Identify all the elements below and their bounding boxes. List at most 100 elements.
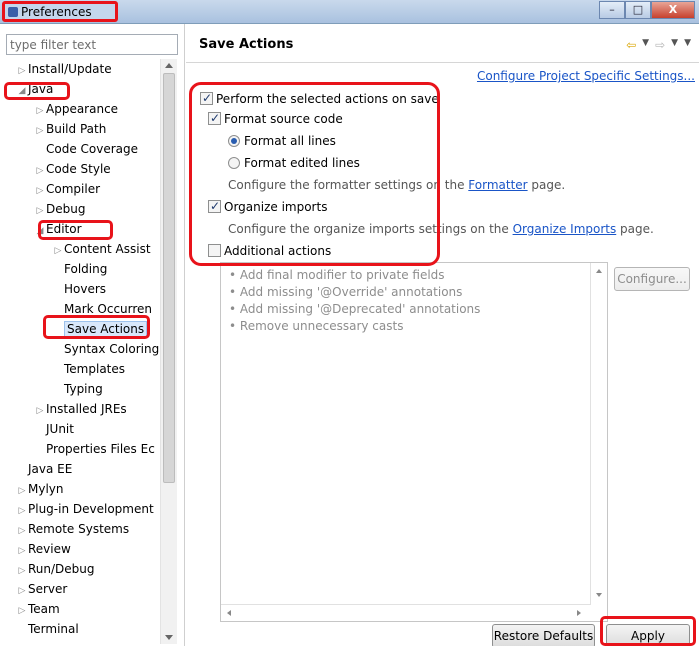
tree-item-label: Folding bbox=[64, 262, 108, 276]
perform-on-save-checkbox[interactable]: Perform the selected actions on save bbox=[200, 89, 439, 108]
page-navigation: ⇦ ▼ ⇨ ▼ ▼ bbox=[626, 38, 691, 52]
close-button[interactable]: X bbox=[651, 1, 695, 19]
view-menu-icon[interactable]: ▼ bbox=[684, 38, 691, 52]
radio-unselected-icon[interactable] bbox=[228, 157, 240, 169]
scroll-left-arrow-icon[interactable] bbox=[227, 610, 231, 616]
expand-arrow-icon[interactable]: ▷ bbox=[16, 601, 28, 621]
forward-arrow-icon[interactable]: ⇨ bbox=[655, 38, 665, 52]
action-item[interactable]: • Remove unnecessary casts bbox=[229, 318, 480, 335]
tree-item-content-assist[interactable]: ▷ Content Assist bbox=[52, 239, 151, 259]
expand-arrow-icon[interactable]: ▷ bbox=[34, 101, 46, 121]
forward-dropdown-icon[interactable]: ▼ bbox=[671, 38, 678, 52]
maximize-button[interactable]: □ bbox=[625, 1, 651, 19]
tree-item-plug-in-development[interactable]: ▷ Plug-in Development bbox=[16, 499, 154, 519]
tree-item-junit[interactable]: JUnit bbox=[34, 419, 74, 439]
tree-item-save-actions[interactable]: Save Actions bbox=[52, 319, 148, 339]
organize-imports-checkbox[interactable]: Organize imports bbox=[208, 197, 328, 216]
expand-arrow-icon[interactable]: ▷ bbox=[16, 481, 28, 501]
scroll-up-arrow-icon[interactable] bbox=[165, 63, 173, 68]
scroll-up-arrow-icon[interactable] bbox=[596, 269, 602, 273]
tree-item-label: Install/Update bbox=[28, 62, 112, 76]
tree-item-templates[interactable]: Templates bbox=[52, 359, 125, 379]
tree-item-typing[interactable]: Typing bbox=[52, 379, 103, 399]
organize-imports-link[interactable]: Organize Imports bbox=[513, 222, 617, 236]
tree-item-java-ee[interactable]: Java EE bbox=[16, 459, 72, 479]
actions-horizontal-scrollbar[interactable] bbox=[221, 604, 591, 621]
tree-item-appearance[interactable]: ▷ Appearance bbox=[34, 99, 119, 121]
tree-item-code-coverage[interactable]: Code Coverage bbox=[34, 139, 138, 159]
additional-actions-checkbox[interactable]: Additional actions bbox=[208, 242, 331, 260]
scroll-down-arrow-icon[interactable] bbox=[596, 593, 602, 597]
tree-item-remote-systems[interactable]: ▷ Remote Systems bbox=[16, 519, 130, 541]
tree-item-label: Properties Files Ec bbox=[46, 442, 155, 456]
formatter-link[interactable]: Formatter bbox=[468, 178, 527, 192]
sidebar-scroll-thumb[interactable] bbox=[163, 73, 175, 483]
tree-item-label: Code Coverage bbox=[46, 142, 139, 156]
checkbox-checked-icon[interactable] bbox=[208, 109, 221, 127]
tree-item-server[interactable]: ▷ Server bbox=[16, 579, 68, 601]
format-all-lines-label: Format all lines bbox=[244, 134, 336, 148]
collapse-arrow-icon[interactable]: ◢ bbox=[34, 221, 46, 241]
checkbox-unchecked-icon[interactable] bbox=[208, 244, 221, 257]
tree-item-run-debug[interactable]: ▷ Run/Debug bbox=[16, 559, 95, 579]
format-edited-lines-radio[interactable]: Format edited lines bbox=[228, 154, 360, 172]
tree-item-team[interactable]: ▷ Team bbox=[16, 599, 60, 619]
tree-item-folding[interactable]: Folding bbox=[52, 259, 107, 279]
tree-item-mark-occurren[interactable]: Mark Occurren bbox=[52, 299, 152, 319]
expand-arrow-icon[interactable]: ▷ bbox=[16, 581, 28, 601]
expand-arrow-icon[interactable]: ▷ bbox=[34, 181, 46, 201]
checkbox-checked-icon[interactable] bbox=[208, 197, 221, 215]
tree-item-debug[interactable]: ▷ Debug bbox=[34, 199, 86, 221]
expand-arrow-icon[interactable]: ▷ bbox=[34, 161, 46, 181]
action-item[interactable]: • Add missing '@Deprecated' annotations bbox=[229, 301, 480, 318]
minimize-button[interactable]: – bbox=[599, 1, 625, 19]
radio-selected-icon[interactable] bbox=[228, 135, 240, 147]
apply-button[interactable]: Apply bbox=[606, 624, 690, 646]
configure-project-settings-link[interactable]: Configure Project Specific Settings... bbox=[477, 69, 695, 83]
back-arrow-icon[interactable]: ⇦ bbox=[626, 38, 636, 52]
collapse-arrow-icon[interactable]: ◢ bbox=[16, 81, 28, 101]
tree-item-editor[interactable]: ◢ Editor bbox=[34, 219, 82, 239]
additional-actions-list[interactable]: • Add final modifier to private fields • … bbox=[220, 262, 608, 622]
expand-arrow-icon[interactable]: ▷ bbox=[16, 541, 28, 561]
tree-item-build-path[interactable]: ▷ Build Path bbox=[34, 119, 107, 141]
tree-item-compiler[interactable]: ▷ Compiler bbox=[34, 179, 100, 199]
tree-item-syntax-coloring[interactable]: Syntax Coloring bbox=[52, 339, 159, 359]
expand-arrow-icon[interactable]: ▷ bbox=[16, 501, 28, 521]
scroll-down-arrow-icon[interactable] bbox=[165, 635, 173, 640]
scroll-right-arrow-icon[interactable] bbox=[577, 610, 581, 616]
expand-arrow-icon[interactable]: ▷ bbox=[34, 401, 46, 421]
actions-vertical-scrollbar[interactable] bbox=[590, 263, 607, 605]
expand-arrow-icon[interactable]: ▷ bbox=[34, 121, 46, 141]
expand-arrow-icon[interactable]: ▷ bbox=[34, 201, 46, 221]
organize-imports-label: Organize imports bbox=[224, 200, 328, 214]
expand-arrow-icon[interactable]: ▷ bbox=[16, 561, 28, 581]
window-title: Preferences bbox=[21, 5, 92, 19]
tree-item-java[interactable]: ◢ Java bbox=[16, 79, 54, 101]
tree-item-code-style[interactable]: ▷ Code Style bbox=[34, 159, 111, 179]
restore-defaults-button[interactable]: Restore Defaults bbox=[492, 624, 595, 646]
tree-item-hovers[interactable]: Hovers bbox=[52, 279, 106, 299]
tree-item-install-update[interactable]: ▷ Install/Update bbox=[16, 59, 112, 79]
tree-item-label: Editor bbox=[46, 222, 82, 236]
back-dropdown-icon[interactable]: ▼ bbox=[642, 38, 649, 52]
tree-item-mylyn[interactable]: ▷ Mylyn bbox=[16, 479, 64, 499]
sidebar-vertical-scrollbar[interactable] bbox=[160, 59, 177, 644]
expand-arrow-icon[interactable]: ▷ bbox=[52, 241, 64, 261]
tree-item-properties-files-ec[interactable]: Properties Files Ec bbox=[34, 439, 155, 459]
action-item[interactable]: • Add final modifier to private fields bbox=[229, 267, 480, 284]
checkbox-checked-icon[interactable] bbox=[200, 89, 213, 107]
tree-item-review[interactable]: ▷ Review bbox=[16, 539, 71, 559]
expand-arrow-icon[interactable]: ▷ bbox=[16, 61, 28, 81]
tree-item-installed-jres[interactable]: ▷ Installed JREs bbox=[34, 399, 127, 419]
format-source-checkbox[interactable]: Format source code bbox=[208, 109, 343, 128]
formatter-desc-suffix: page. bbox=[527, 178, 566, 192]
tree-item-terminal[interactable]: Terminal bbox=[16, 619, 79, 639]
action-item[interactable]: • Add missing '@Override' annotations bbox=[229, 284, 480, 301]
formatter-description: Configure the formatter settings on the … bbox=[228, 176, 565, 194]
filter-input[interactable] bbox=[6, 34, 178, 55]
expand-arrow-icon[interactable]: ▷ bbox=[16, 521, 28, 541]
configure-button[interactable]: Configure... bbox=[614, 267, 690, 291]
format-all-lines-radio[interactable]: Format all lines bbox=[228, 132, 336, 150]
tree-item-label: Build Path bbox=[46, 122, 107, 136]
